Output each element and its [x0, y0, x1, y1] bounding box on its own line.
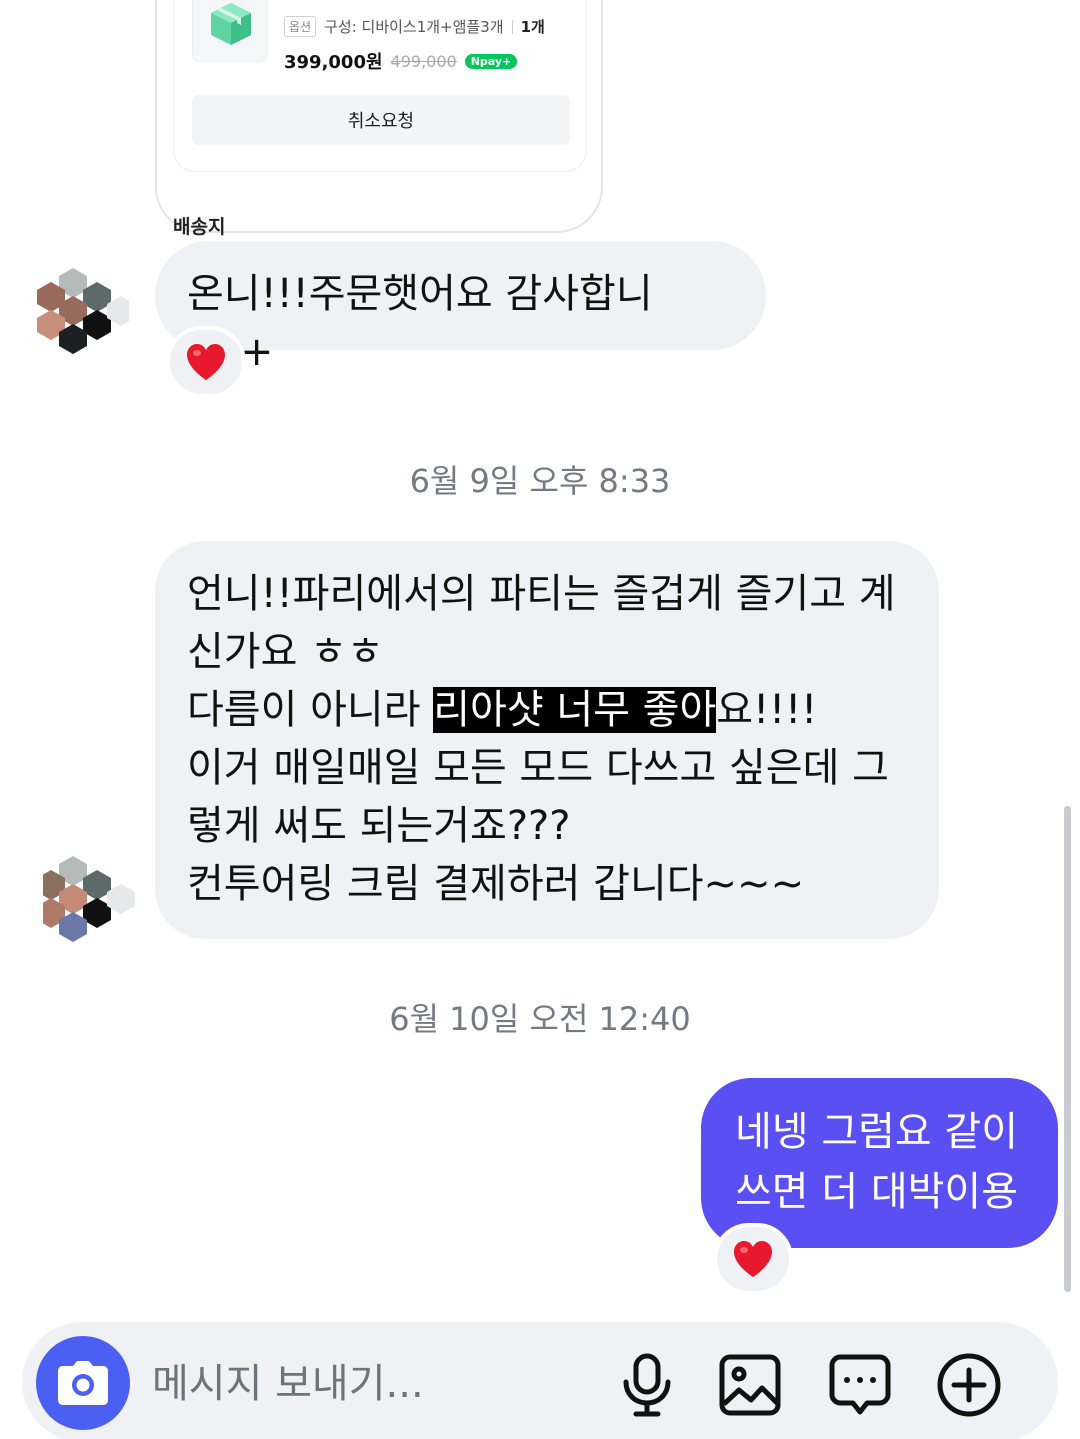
message-line: 쓰면 더 대박이용 [735, 1169, 1019, 1215]
highlighted-text: 리아샷 너무 좋아 [433, 687, 717, 733]
message-timestamp: 6월 10일 오전 12:40 [389, 1000, 691, 1038]
scrollbar[interactable] [1064, 806, 1071, 1292]
option-text: 구성: 디바이스1개+앰플3개 [324, 18, 504, 36]
message-line: 신가요 ㅎㅎ [187, 629, 384, 675]
cancel-request-button[interactable]: 취소요청 [192, 95, 570, 145]
order-inner-card: ▔▔ ▔▔▔ ▔▔▔ ▔▔▔▔▔ ▔▔▔▔ ▔▔▔▔ ... 옵션 구성: 디바… [173, 0, 587, 172]
message-line: 다름이 아니라 리아샷 너무 좋아요!!!! [187, 681, 907, 739]
message-line: 컨투어링 크림 결제하러 갑니다~~~ [187, 861, 805, 907]
npay-badge: Npay+ [464, 53, 518, 69]
sender-avatar[interactable] [43, 856, 135, 942]
plus-icon [937, 1353, 1001, 1417]
heart-icon [187, 344, 225, 380]
message-reaction[interactable] [713, 1223, 793, 1295]
message-line: 이거 매일매일 모든 모드 다쓰고 싶은데 그 [187, 745, 889, 791]
message-reaction[interactable] [166, 326, 246, 398]
price-row: 399,000원 499,000 Npay+ [284, 48, 518, 74]
sticker-icon [829, 1354, 891, 1415]
message-line: 언니!!파리에서의 파티는 즐겁게 즐기고 계 [187, 571, 896, 617]
heart-icon [734, 1241, 772, 1277]
message-text: 다름이 아니라 [187, 687, 434, 733]
message-input[interactable] [152, 1356, 592, 1412]
message-composer [22, 1322, 1058, 1439]
microphone-icon [623, 1353, 671, 1417]
shared-order-card[interactable]: ▔▔ ▔▔▔ ▔▔▔ ▔▔▔▔▔ ▔▔▔▔ ▔▔▔▔ ... 옵션 구성: 디바… [155, 0, 603, 238]
incoming-message-bubble[interactable]: 언니!!파리에서의 파티는 즐겁게 즐기고 계 신가요 ㅎㅎ 다름이 아니라 리… [155, 541, 939, 939]
sticker-button[interactable] [825, 1350, 895, 1420]
camera-button[interactable] [36, 1336, 130, 1430]
plus-button[interactable] [934, 1350, 1004, 1420]
option-divider [511, 19, 513, 34]
price: 399,000원 [284, 52, 383, 73]
option-badge: 옵션 [284, 16, 317, 37]
sender-avatar[interactable] [37, 268, 129, 354]
box-icon [211, 3, 251, 45]
message-line: 렇게 써도 되는거죠??? [187, 803, 571, 849]
product-option-row: 옵션 구성: 디바이스1개+앰플3개 1개 [284, 16, 545, 37]
delivery-label: 배송지 [173, 216, 226, 238]
message-timestamp: 6월 9일 오후 8:33 [409, 462, 671, 500]
product-thumbnail[interactable] [192, 0, 268, 62]
microphone-button[interactable] [612, 1350, 682, 1420]
camera-icon [58, 1361, 108, 1405]
quantity: 1개 [520, 18, 545, 36]
message-text: 요!!!! [716, 687, 818, 733]
incoming-message-bubble[interactable]: 온니!!!주문햇어요 감사합니다!+ [155, 241, 766, 375]
original-price: 499,000 [390, 51, 457, 71]
image-icon [719, 1354, 781, 1416]
message-line: 네넹 그럼요 같이 [735, 1109, 1019, 1155]
gallery-button[interactable] [715, 1350, 785, 1420]
